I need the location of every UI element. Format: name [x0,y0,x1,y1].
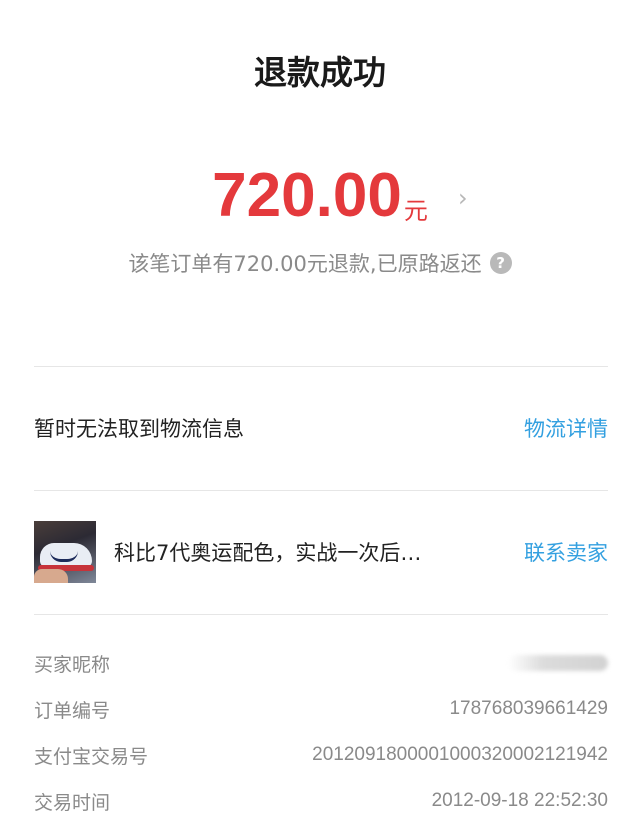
alipay-trade-number-label: 支付宝交易号 [34,745,149,768]
refund-note: 该笔订单有720.00元退款,已原路返还 ? [0,248,640,278]
order-number-value: 178768039661429 [449,698,608,719]
question-circle-icon[interactable]: ? [489,252,512,274]
product-row[interactable]: 科比7代奥运配色，实战一次后… 联系卖家 [34,521,608,583]
divider [34,366,608,367]
currency-unit: 元 [403,197,428,225]
info-row-time: 交易时间 2012-09-18 22:52:30 [34,786,608,816]
buyer-nickname-label: 买家昵称 [34,653,111,676]
info-row-alipay: 支付宝交易号 2012091800001000320002121942 [34,740,608,770]
trade-time-value: 2012-09-18 22:52:30 [431,790,608,811]
alipay-trade-number-value: 2012091800001000320002121942 [312,744,608,765]
order-number-label: 订单编号 [34,699,111,722]
logistics-detail-link[interactable]: 物流详情 [524,413,608,443]
product-name[interactable]: 科比7代奥运配色，实战一次后… [114,537,421,567]
page-title: 退款成功 [254,53,386,92]
logistics-status: 暂时无法取到物流信息 [34,417,244,441]
product-thumbnail[interactable] [34,521,96,583]
chevron-right-icon[interactable]: › [458,184,468,212]
trade-time-label: 交易时间 [34,791,111,814]
refund-amount-block[interactable]: 720.00 元 [0,160,640,232]
buyer-nickname-blurred [508,655,608,671]
info-row-order: 订单编号 178768039661429 [34,694,608,724]
divider [34,490,608,491]
divider [34,614,608,615]
info-row-buyer: 买家昵称 [34,648,608,678]
refund-note-text: 该笔订单有720.00元退款,已原路返还 [128,252,482,276]
logistics-row: 暂时无法取到物流信息 物流详情 [34,410,608,446]
contact-seller-link[interactable]: 联系卖家 [524,537,608,567]
refund-amount: 720.00 [212,161,402,230]
